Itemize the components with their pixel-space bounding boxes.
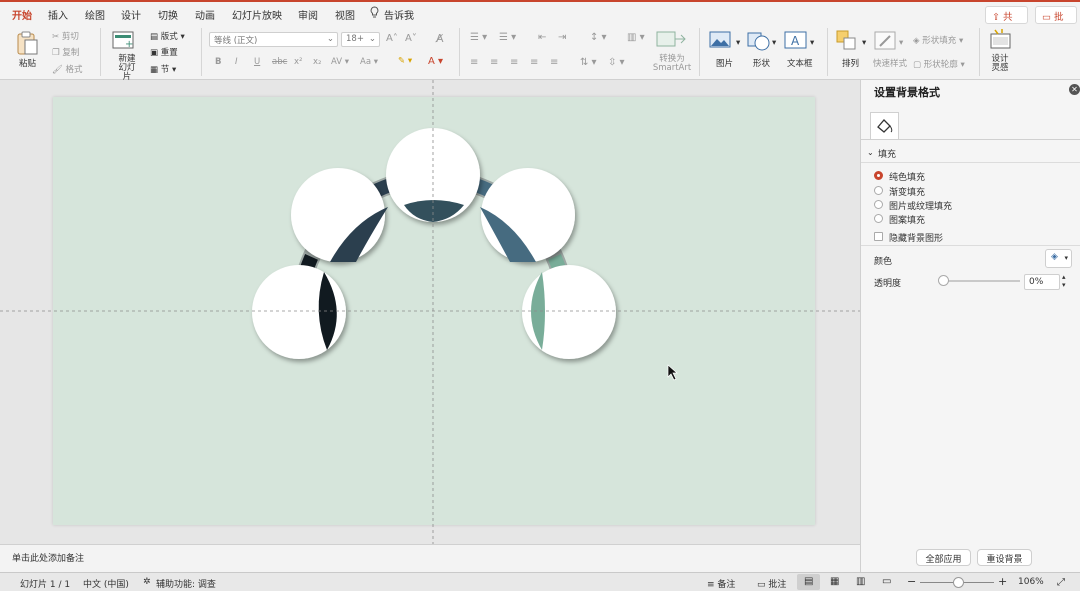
language-indicator[interactable]: 中文 (中国) <box>83 577 129 590</box>
slideshow-icon[interactable]: ▭ <box>882 576 891 587</box>
color-picker-button[interactable]: ◈ ▾ <box>1045 249 1072 268</box>
normal-view-icon: ▤ <box>804 576 814 587</box>
option-pattern-fill[interactable]: 图案填充 <box>889 213 925 226</box>
zoom-out-icon[interactable]: − <box>907 575 916 588</box>
transparency-slider-thumb[interactable] <box>938 275 949 286</box>
zoom-in-icon[interactable]: + <box>998 575 1007 588</box>
reading-view-icon[interactable]: ▥ <box>856 576 865 587</box>
arc-overlay-segment[interactable] <box>404 200 464 222</box>
apply-all-button[interactable]: 全部应用 <box>916 549 971 566</box>
color-label: 颜色 <box>874 257 893 267</box>
comments-toggle-label: 批注 <box>768 580 787 590</box>
slide-counter: 幻灯片 1 / 1 <box>20 580 71 590</box>
chevron-down-icon: ▾ <box>1064 254 1068 262</box>
status-bar: 幻灯片 1 / 1 中文 (中国) ✲ 辅助功能: 调查 ≡ 备注 ▭ 批注 ▤… <box>0 572 1080 591</box>
accessibility-status[interactable]: 辅助功能: 调查 <box>156 577 216 590</box>
transparency-input[interactable]: 0% <box>1024 274 1060 290</box>
white-circle[interactable] <box>291 168 385 262</box>
divider <box>861 245 1080 246</box>
stepper-icon[interactable]: ▴ ▾ <box>1062 273 1066 289</box>
hide-background-label[interactable]: 隐藏背景图形 <box>889 231 943 244</box>
mouse-cursor-icon <box>667 364 678 381</box>
radio-solid-fill[interactable] <box>874 171 883 180</box>
fill-tab[interactable] <box>870 112 899 139</box>
paint-bucket-icon: ◈ <box>1051 252 1058 262</box>
transparency-value: 0% <box>1029 277 1044 287</box>
zoom-level[interactable]: 106% <box>1018 577 1044 587</box>
radio-picture-fill[interactable] <box>874 200 883 209</box>
white-circle[interactable] <box>481 168 575 262</box>
transparency-slider-track[interactable] <box>940 280 1020 282</box>
panel-title: 设置背景格式 <box>874 86 940 99</box>
accessibility-icon: ✲ <box>143 577 151 587</box>
chevron-down-icon[interactable]: ⌄ <box>867 148 874 157</box>
paint-bucket-icon <box>877 119 893 133</box>
fill-section-header[interactable]: 填充 <box>878 147 896 160</box>
zoom-slider-thumb[interactable] <box>953 577 965 588</box>
option-solid-fill[interactable]: 纯色填充 <box>889 170 925 183</box>
notes-toggle[interactable]: ≡ 备注 <box>707 577 735 590</box>
slide-sorter-icon[interactable]: ▦ <box>830 576 839 587</box>
radio-pattern-fill[interactable] <box>874 214 883 223</box>
transparency-label: 透明度 <box>874 279 902 289</box>
divider <box>861 139 1080 140</box>
option-gradient-fill[interactable]: 渐变填充 <box>889 185 925 198</box>
divider <box>861 162 1080 163</box>
close-icon[interactable]: ✕ <box>1069 84 1080 95</box>
comments-toggle[interactable]: ▭ 批注 <box>757 577 786 590</box>
notes-pane[interactable]: 单击此处添加备注 <box>0 544 860 572</box>
reset-background-button[interactable]: 重设背景 <box>977 549 1032 566</box>
notes-placeholder[interactable]: 单击此处添加备注 <box>12 551 84 564</box>
option-picture-fill[interactable]: 图片或纹理填充 <box>889 199 952 212</box>
hide-background-checkbox[interactable] <box>874 232 883 241</box>
notes-toggle-label: 备注 <box>717 580 736 590</box>
format-background-panel: 设置背景格式 ✕ ⌄ 填充 纯色填充 渐变填充 图片或纹理填充 图案填充 隐藏背… <box>860 80 1080 572</box>
fit-to-window-icon[interactable]: ⤢ <box>1057 577 1065 588</box>
radio-gradient-fill[interactable] <box>874 186 883 195</box>
